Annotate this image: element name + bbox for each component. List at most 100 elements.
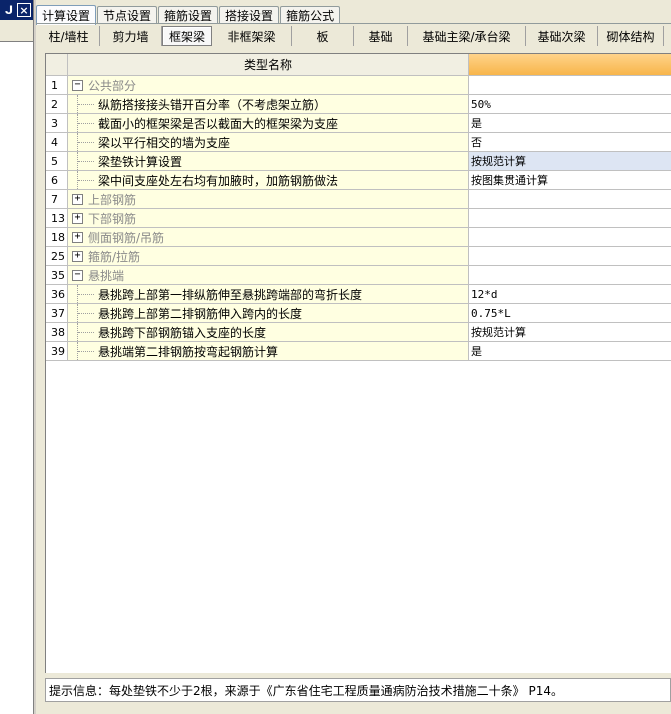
sub-tab[interactable]: 基础 xyxy=(354,26,408,46)
setting-value-cell xyxy=(469,209,671,228)
setting-value-cell[interactable]: 是 xyxy=(469,114,671,133)
group-name-cell: + 侧面钢筋/吊筋 xyxy=(68,228,469,247)
left-panel-toolbar xyxy=(0,20,33,42)
row-number: 7 xyxy=(46,190,68,209)
setting-name-cell: 纵筋搭接接头错开百分率（不考虑架立筋） xyxy=(68,95,469,114)
sub-tab[interactable]: 板 xyxy=(292,26,354,46)
sub-tab[interactable]: 非框架梁 xyxy=(212,26,292,46)
column-header-value[interactable] xyxy=(469,54,671,76)
setting-label: 梁垫铁计算设置 xyxy=(98,154,183,169)
component-tab-strip: 柱/墙柱 剪力墙 框架梁 非框架梁板基础 基础主梁/承台梁 基础次梁 砌体结构 xyxy=(38,26,671,48)
row-number-header xyxy=(46,54,68,76)
setting-name-cell: 悬挑跨上部第一排纵筋伸至悬挑跨端部的弯折长度 xyxy=(68,285,469,304)
setting-value-cell[interactable]: 50% xyxy=(469,95,671,114)
setting-value-cell[interactable]: 按规范计算 xyxy=(469,152,671,171)
setting-label: 纵筋搭接接头错开百分率（不考虑架立筋） xyxy=(98,97,327,112)
top-tab[interactable]: 计算设置 xyxy=(36,5,97,25)
column-header-type-name[interactable]: 类型名称 xyxy=(68,54,469,76)
expand-icon[interactable]: + xyxy=(72,231,83,243)
table-row[interactable]: 36 悬挑跨上部第一排纵筋伸至悬挑跨端部的弯折长度 12*d xyxy=(46,285,671,304)
sub-tab[interactable]: 基础次梁 xyxy=(526,26,598,46)
setting-name-cell: 悬挑端第二排钢筋按弯起钢筋计算 xyxy=(68,342,469,361)
sub-tab[interactable]: 框架梁 xyxy=(162,26,212,46)
setting-value-cell[interactable]: 否 xyxy=(469,133,671,152)
row-number: 25 xyxy=(46,247,68,266)
pin-icon[interactable]: ᒍ xyxy=(2,3,16,17)
setting-label: 悬挑跨上部第二排钢筋伸入跨内的长度 xyxy=(98,306,303,321)
grid-header: 类型名称 xyxy=(46,54,671,76)
sub-tab[interactable]: 砌体结构 xyxy=(598,26,664,46)
table-row[interactable]: 13 + 下部钢筋 xyxy=(46,209,671,228)
top-tab[interactable]: 搭接设置 xyxy=(219,6,280,24)
tab-divider xyxy=(36,23,671,24)
sub-tab[interactable]: 基础主梁/承台梁 xyxy=(408,26,526,46)
row-number: 2 xyxy=(46,95,68,114)
setting-label: 侧面钢筋/吊筋 xyxy=(88,230,165,245)
setting-label: 下部钢筋 xyxy=(88,211,137,226)
row-number: 38 xyxy=(46,323,68,342)
table-row[interactable]: 1− 公共部分 xyxy=(46,76,671,95)
row-number: 39 xyxy=(46,342,68,361)
collapse-icon[interactable]: − xyxy=(72,269,83,281)
setting-value-cell[interactable]: 按规范计算 xyxy=(469,323,671,342)
expand-icon[interactable]: + xyxy=(72,193,83,205)
left-dock-panel: ᒍ × xyxy=(0,0,34,714)
table-row[interactable]: 25 + 箍筋/拉筋 xyxy=(46,247,671,266)
setting-value-cell[interactable]: 12*d xyxy=(469,285,671,304)
table-row[interactable]: 7 + 上部钢筋 xyxy=(46,190,671,209)
top-tab[interactable]: 箍筋公式 xyxy=(280,6,341,24)
left-panel-titlebar: ᒍ × xyxy=(0,0,33,20)
table-row[interactable]: 37 悬挑跨上部第二排钢筋伸入跨内的长度 0.75*L xyxy=(46,304,671,323)
setting-value-cell[interactable]: 0.75*L xyxy=(469,304,671,323)
group-name-cell: − 悬挑端 xyxy=(68,266,469,285)
setting-name-cell: 梁垫铁计算设置 xyxy=(68,152,469,171)
table-row[interactable]: 5 梁垫铁计算设置 按规范计算 xyxy=(46,152,671,171)
setting-name-cell: 悬挑跨上部第二排钢筋伸入跨内的长度 xyxy=(68,304,469,323)
top-tab[interactable]: 箍筋设置 xyxy=(158,6,219,24)
row-number: 3 xyxy=(46,114,68,133)
settings-main-area: 计算设置 节点设置 箍筋设置 搭接设置 箍筋公式 柱/墙柱 剪力墙 框架梁 非框架梁板基础 基础… xyxy=(36,0,671,714)
sub-tab[interactable]: 柱/墙柱 xyxy=(38,26,100,46)
row-number: 37 xyxy=(46,304,68,323)
setting-value-cell[interactable]: 按图集贯通计算 xyxy=(469,171,671,190)
table-row[interactable]: 18 + 侧面钢筋/吊筋 xyxy=(46,228,671,247)
row-number: 1 xyxy=(46,76,68,95)
setting-value-cell xyxy=(469,228,671,247)
table-row[interactable]: 39 悬挑端第二排钢筋按弯起钢筋计算 是 xyxy=(46,342,671,361)
grid-body: 1− 公共部分 2 纵筋搭接接头错开百分率（不考虑架立筋） 50% 3 截面小的框架梁是否以… xyxy=(46,76,671,361)
setting-name-cell: 悬挑跨下部钢筋锚入支座的长度 xyxy=(68,323,469,342)
settings-grid: 类型名称 1− 公共部分 2 纵筋搭接接头错开百分率（不考虑架立筋） 50% 3 截面小的框… xyxy=(45,53,671,673)
close-icon[interactable]: × xyxy=(17,3,31,17)
setting-label: 公共部分 xyxy=(88,78,137,93)
row-number: 13 xyxy=(46,209,68,228)
row-number: 6 xyxy=(46,171,68,190)
sub-tab[interactable]: 剪力墙 xyxy=(100,26,162,46)
row-number: 35 xyxy=(46,266,68,285)
top-tab[interactable]: 节点设置 xyxy=(97,6,158,24)
table-row[interactable]: 4 梁以平行相交的墙为支座 否 xyxy=(46,133,671,152)
setting-label: 梁以平行相交的墙为支座 xyxy=(98,135,231,150)
setting-label: 梁中间支座处左右均有加腋时，加筋钢筋做法 xyxy=(98,173,339,188)
row-number: 36 xyxy=(46,285,68,304)
setting-value-cell xyxy=(469,247,671,266)
table-row[interactable]: 2 纵筋搭接接头错开百分率（不考虑架立筋） 50% xyxy=(46,95,671,114)
table-row[interactable]: 38 悬挑跨下部钢筋锚入支座的长度 按规范计算 xyxy=(46,323,671,342)
expand-icon[interactable]: + xyxy=(72,212,83,224)
setting-name-cell: 梁中间支座处左右均有加腋时，加筋钢筋做法 xyxy=(68,171,469,190)
table-row[interactable]: 3 截面小的框架梁是否以截面大的框架梁为支座 是 xyxy=(46,114,671,133)
setting-value-cell[interactable]: 是 xyxy=(469,342,671,361)
setting-label: 悬挑跨下部钢筋锚入支座的长度 xyxy=(98,325,267,340)
setting-name-cell: 梁以平行相交的墙为支座 xyxy=(68,133,469,152)
table-row[interactable]: 6 梁中间支座处左右均有加腋时，加筋钢筋做法 按图集贯通计算 xyxy=(46,171,671,190)
collapse-icon[interactable]: − xyxy=(72,79,83,91)
group-name-cell: + 上部钢筋 xyxy=(68,190,469,209)
row-number: 18 xyxy=(46,228,68,247)
row-number: 4 xyxy=(46,133,68,152)
expand-icon[interactable]: + xyxy=(72,250,83,262)
table-row[interactable]: 35− 悬挑端 xyxy=(46,266,671,285)
row-number: 5 xyxy=(46,152,68,171)
setting-label: 悬挑端第二排钢筋按弯起钢筋计算 xyxy=(98,344,279,359)
group-name-cell: + 箍筋/拉筋 xyxy=(68,247,469,266)
setting-value-cell xyxy=(469,190,671,209)
setting-label: 悬挑跨上部第一排纵筋伸至悬挑跨端部的弯折长度 xyxy=(98,287,363,302)
